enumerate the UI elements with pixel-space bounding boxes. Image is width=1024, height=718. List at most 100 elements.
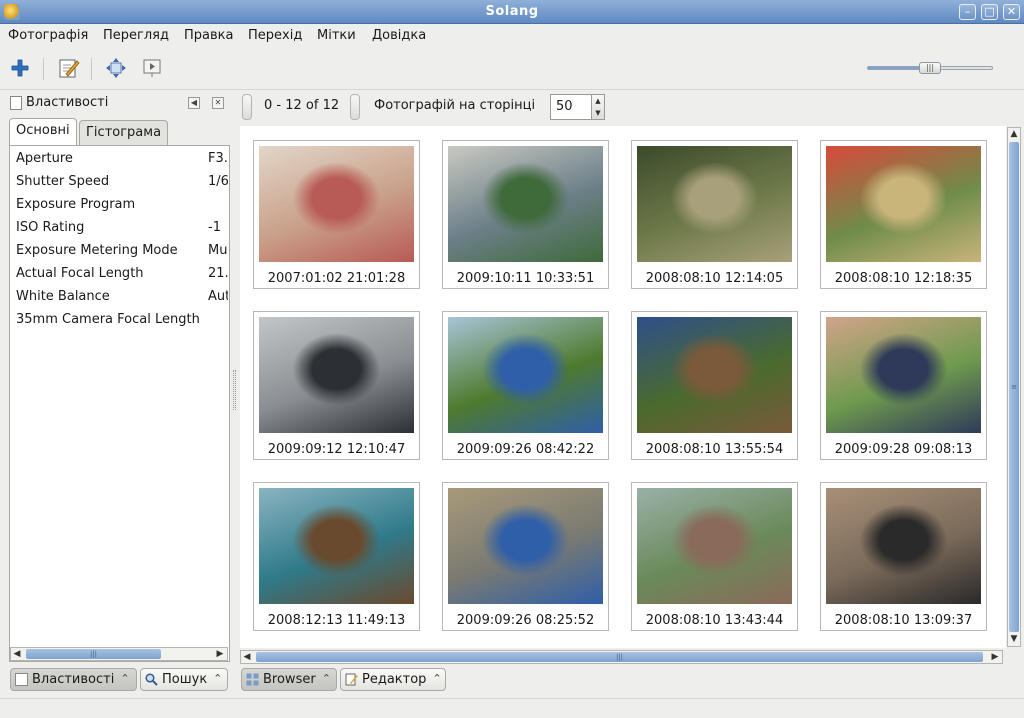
property-name: ISO Rating (16, 220, 85, 235)
zoom-slider-handle[interactable]: ||| (919, 62, 941, 74)
photo-image[interactable] (826, 146, 981, 262)
menu-edit[interactable]: Правка (184, 28, 233, 43)
photos-per-page-input[interactable]: 50 (550, 94, 592, 120)
menu-photo[interactable]: Фотографія (8, 28, 88, 43)
bottom-tab-search[interactable]: Пошук ⌃ (140, 668, 228, 691)
add-icon[interactable] (7, 55, 33, 81)
photo-image[interactable] (637, 146, 792, 262)
browser-vscroll-thumb[interactable]: ≡ (1009, 142, 1019, 632)
photo-image[interactable] (448, 488, 603, 604)
scroll-right-icon[interactable]: ▶ (989, 651, 1001, 663)
scroll-left-icon[interactable]: ◀ (241, 651, 253, 663)
scroll-up-icon[interactable]: ▲ (1008, 128, 1020, 140)
slideshow-icon[interactable] (139, 55, 165, 81)
property-name: Actual Focal Length (16, 266, 144, 281)
search-icon (145, 673, 158, 686)
edit-icon[interactable] (56, 55, 82, 81)
stepper-up-icon[interactable]: ▲ (592, 95, 604, 107)
grid-icon (246, 673, 259, 686)
maximize-button[interactable]: □ (981, 4, 998, 20)
photo-thumbnail[interactable]: 2008:08:10 12:18:35 (820, 140, 987, 289)
photo-date: 2009:09:26 08:42:22 (456, 442, 595, 457)
pane-handle[interactable] (242, 94, 252, 120)
property-value: Mu (208, 243, 228, 258)
property-name: White Balance (16, 289, 110, 304)
minimize-button[interactable]: – (959, 4, 976, 20)
photo-thumbnail[interactable]: 2009:09:26 08:42:22 (442, 311, 609, 460)
bottom-tab-properties[interactable]: Властивості ⌃ (10, 668, 137, 691)
tab-basic[interactable]: Основні (9, 118, 77, 146)
bottom-tab-editor[interactable]: Редактор ⌃ (340, 668, 446, 691)
photo-image[interactable] (259, 488, 414, 604)
photos-per-page-stepper[interactable]: ▲ ▼ (591, 94, 605, 120)
status-bar (0, 698, 1024, 718)
photo-date: 2008:08:10 13:09:37 (834, 613, 973, 628)
window-title: Solang (485, 4, 539, 19)
menu-view[interactable]: Перегляд (103, 28, 169, 43)
properties-icon (15, 673, 28, 686)
property-value: 21. (208, 266, 228, 281)
photo-image[interactable] (637, 488, 792, 604)
scroll-right-icon[interactable]: ▶ (214, 648, 226, 660)
photo-thumbnail[interactable]: 2008:08:10 12:14:05 (631, 140, 798, 289)
chevron-up-icon: ⌃ (432, 672, 442, 685)
menu-go[interactable]: Перехід (248, 28, 302, 43)
photo-image[interactable] (637, 317, 792, 433)
bottom-tab-label: Властивості (32, 672, 115, 687)
photo-date: 2008:08:10 13:43:44 (645, 613, 784, 628)
photo-date: 2009:09:28 09:08:13 (834, 442, 973, 457)
bottom-tab-browser[interactable]: Browser ⌃ (241, 668, 337, 691)
photo-thumbnail[interactable]: 2008:08:10 13:43:44 (631, 482, 798, 631)
menu-help[interactable]: Довідка (372, 28, 426, 43)
scroll-left-icon[interactable]: ◀ (11, 648, 23, 660)
photo-image[interactable] (259, 146, 414, 262)
chevron-up-icon: ⌃ (120, 672, 130, 685)
fullscreen-icon[interactable] (103, 55, 129, 81)
browser-hscroll-thumb[interactable]: ||| (256, 652, 983, 662)
property-value: 1/6 (208, 174, 228, 189)
scroll-down-icon[interactable]: ▼ (1008, 633, 1020, 645)
tab-histogram[interactable]: Гістограма (79, 120, 169, 146)
chevron-up-icon: ⌃ (213, 672, 223, 685)
close-button[interactable]: ✕ (1003, 4, 1020, 20)
property-name: Exposure Metering Mode (16, 243, 178, 258)
panel-title: Властивості (26, 95, 109, 110)
chevron-up-icon: ⌃ (321, 672, 331, 685)
edit-icon (345, 673, 358, 686)
toolbar-separator (91, 58, 92, 80)
property-value: -1 (208, 220, 221, 235)
properties-hscroll-thumb[interactable]: ||| (26, 649, 161, 659)
menu-tags[interactable]: Мітки (317, 28, 356, 43)
photo-image[interactable] (259, 317, 414, 433)
photo-date: 2007:01:02 21:01:28 (267, 271, 406, 286)
photo-thumbnail[interactable]: 2008:12:13 11:49:13 (253, 482, 420, 631)
properties-icon (10, 96, 22, 110)
photo-image[interactable] (826, 488, 981, 604)
property-name: Aperture (16, 151, 73, 166)
photo-thumbnail[interactable]: 2008:08:10 13:55:54 (631, 311, 798, 460)
panel-collapse-icon[interactable]: ◀ (188, 97, 200, 109)
photo-thumbnail[interactable]: 2009:09:28 09:08:13 (820, 311, 987, 460)
property-value: Aut (208, 289, 228, 304)
panel-close-icon[interactable]: ✕ (212, 97, 224, 109)
photo-image[interactable] (826, 317, 981, 433)
pane-divider[interactable] (233, 370, 236, 410)
photo-date: 2009:09:12 12:10:47 (267, 442, 406, 457)
photo-thumbnail[interactable]: 2009:10:11 10:33:51 (442, 140, 609, 289)
photo-image[interactable] (448, 317, 603, 433)
bottom-tab-label: Редактор (362, 672, 427, 687)
photo-thumbnail[interactable]: 2007:01:02 21:01:28 (253, 140, 420, 289)
property-name: Shutter Speed (16, 174, 110, 189)
photo-image[interactable] (448, 146, 603, 262)
photo-date: 2008:12:13 11:49:13 (267, 613, 406, 628)
property-name: Exposure Program (16, 197, 136, 212)
photo-thumbnail[interactable]: 2008:08:10 13:09:37 (820, 482, 987, 631)
photo-thumbnail[interactable]: 2009:09:12 12:10:47 (253, 311, 420, 460)
photo-thumbnail[interactable]: 2009:09:26 08:25:52 (442, 482, 609, 631)
pane-handle[interactable] (350, 94, 360, 120)
property-name: 35mm Camera Focal Length (16, 312, 200, 327)
photo-date: 2008:08:10 12:18:35 (834, 271, 973, 286)
photo-date: 2009:09:26 08:25:52 (456, 613, 595, 628)
toolbar-separator (43, 58, 44, 80)
stepper-down-icon[interactable]: ▼ (592, 107, 604, 119)
